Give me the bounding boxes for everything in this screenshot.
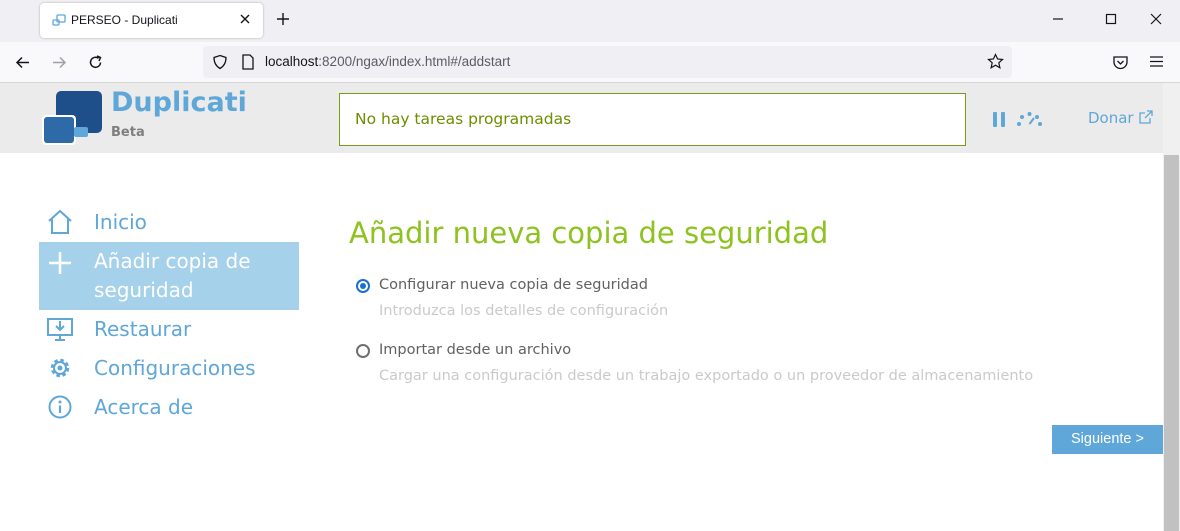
pause-icon[interactable] [992,111,1006,128]
bookmark-star-icon[interactable] [987,53,1004,70]
duplicati-logo-icon[interactable] [38,89,104,147]
new-tab-icon[interactable] [276,12,290,26]
option-configure-new[interactable]: Configurar nueva copia de seguridad Intr… [356,277,1056,322]
menu-icon[interactable] [1149,54,1164,69]
donate-link[interactable]: Donar [1088,109,1134,127]
gear-icon [50,358,70,378]
brand-subtitle: Beta [111,125,145,140]
radio-import-file[interactable] [356,344,370,358]
url-path: :8200/ngax/index.html#/addstart [318,54,511,69]
shield-icon[interactable] [212,54,228,70]
maximize-icon[interactable] [1105,13,1117,25]
throttle-icon[interactable] [1016,111,1043,127]
sidebar-item-label: Añadir copia de seguridad [94,249,251,302]
option-description: Cargar una configuración desde un trabaj… [379,368,1034,384]
sidebar-item-label: Inicio [94,210,147,234]
address-bar[interactable]: localhost:8200/ngax/index.html#/addstart [203,46,1012,78]
close-window-icon[interactable] [1150,13,1162,25]
sidebar-item-inicio[interactable]: Inicio [39,203,299,242]
close-tab-icon[interactable] [238,12,252,26]
radio-configure-new[interactable] [356,279,370,293]
home-icon [48,209,72,234]
back-icon[interactable] [14,54,31,71]
sidebar-item-about[interactable]: Acerca de [39,388,299,427]
app-header: Duplicati Beta No hay tareas programadas… [0,83,1163,153]
browser-tab[interactable]: PERSEO - Duplicati [40,3,263,38]
browser-tabbar: PERSEO - Duplicati [0,0,1180,42]
sidebar: Inicio Añadir copia de seguridad Restaur… [39,203,299,427]
info-icon [48,395,72,419]
page-scrollbar[interactable] [1163,83,1180,531]
duplicati-favicon-icon [52,14,66,26]
page-icon[interactable] [241,54,255,70]
pocket-icon[interactable] [1112,54,1129,71]
browser-navbar: localhost:8200/ngax/index.html#/addstart [0,42,1180,83]
sidebar-item-restore[interactable]: Restaurar [39,310,299,349]
option-description: Introduzca los detalles de configuración [379,303,669,319]
option-import-file[interactable]: Importar desde un archivo Cargar una con… [356,342,1056,387]
forward-icon[interactable] [51,54,68,71]
option-label[interactable]: Configurar nueva copia de seguridad [379,277,648,293]
brand-name[interactable]: Duplicati [111,87,247,118]
status-text: No hay tareas programadas [355,110,572,128]
url-text[interactable]: localhost:8200/ngax/index.html#/addstart [265,54,510,69]
sidebar-item-label: Acerca de [94,395,194,419]
sidebar-item-settings[interactable]: Configuraciones [39,349,299,388]
sidebar-item-add-backup[interactable]: Añadir copia de seguridad [39,242,299,310]
sidebar-item-label: Restaurar [94,317,192,341]
next-button[interactable]: Siguiente > [1052,425,1163,454]
plus-icon [49,252,71,274]
status-box: No hay tareas programadas [339,93,966,146]
reload-icon[interactable] [87,54,104,71]
minimize-icon[interactable] [1052,13,1064,25]
restore-icon [47,318,73,341]
sidebar-item-label: Configuraciones [94,356,256,380]
tab-title: PERSEO - Duplicati [71,13,178,27]
scrollbar-thumb[interactable] [1164,155,1179,531]
page-title: Añadir nueva copia de seguridad [349,216,829,250]
external-link-icon[interactable] [1138,109,1154,125]
option-label[interactable]: Importar desde un archivo [379,342,571,358]
url-host: localhost [265,54,319,69]
